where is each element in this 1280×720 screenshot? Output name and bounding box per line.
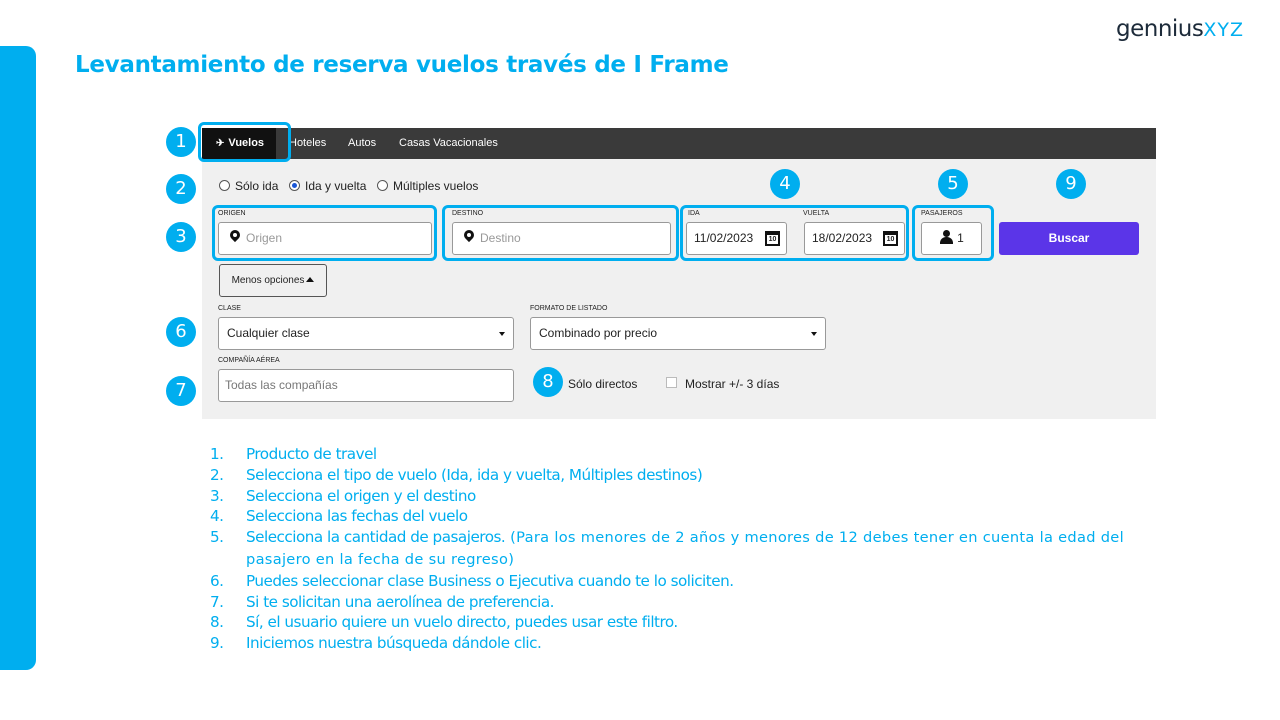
highlight-destination	[442, 205, 679, 261]
highlight-origin	[212, 205, 437, 261]
step-number: 9.	[210, 634, 224, 653]
plus-minus-days-label: Mostrar +/- 3 días	[685, 377, 780, 391]
step-number: 4.	[210, 507, 224, 526]
triangle-up-icon	[306, 277, 315, 282]
step-text: Iniciemos nuestra búsqueda dándole clic.	[246, 634, 542, 653]
chevron-down-icon	[499, 332, 505, 336]
step-badge-7: 7	[166, 376, 196, 406]
less-options-button[interactable]: Menos opciones	[219, 264, 327, 297]
trip-type-solo-ida[interactable]: Sólo ida	[219, 179, 278, 193]
slide-title: Levantamiento de reserva vuelos través d…	[75, 52, 729, 78]
trip-type-multiples[interactable]: Múltiples vuelos	[377, 179, 478, 193]
trip-type-label: Sólo ida	[235, 179, 279, 193]
instruction-step: 9. Iniciemos nuestra búsqueda dándole cli…	[210, 633, 1162, 654]
instruction-steps-list: 1. Producto de travel 2. Selecciona el tip…	[210, 444, 1162, 654]
radio-icon	[219, 180, 230, 191]
instruction-step: 5. Selecciona la cantidad de pasajeros. (…	[210, 527, 1162, 571]
radio-selected-icon	[289, 180, 300, 191]
airline-input[interactable]: Todas las compañías	[218, 369, 514, 402]
radio-icon	[377, 180, 388, 191]
highlight-dates	[680, 205, 909, 261]
step-number: 2.	[210, 465, 224, 484]
step-text: Producto de travel	[246, 445, 377, 463]
brand-suffix: XYZ	[1203, 19, 1244, 41]
less-options-label: Menos opciones	[231, 275, 305, 286]
step-number: 6.	[210, 571, 224, 590]
step-badge-4: 4	[770, 169, 800, 199]
step-number: 7.	[210, 592, 224, 611]
plus-minus-days-checkbox[interactable]	[666, 377, 677, 388]
product-tab-bar: ✈ Vuelos Hoteles Autos Casas Vacacionales	[202, 128, 1156, 159]
listing-format-select[interactable]: Combinado por precio	[530, 317, 826, 350]
trip-type-label: Múltiples vuelos	[393, 179, 479, 193]
direct-only-toggle[interactable]: Sólo directos	[568, 377, 637, 391]
step-text: Sí, el usuario quiere un vuelo directo, …	[246, 613, 678, 632]
step-text: Si te solicitan una aerolínea de prefere…	[246, 592, 555, 611]
side-accent-bar	[0, 46, 36, 670]
highlight-product-tab	[198, 122, 291, 162]
chevron-down-icon	[811, 332, 817, 336]
step-text: Selecciona la cantidad de pasajeros.	[246, 528, 506, 547]
instruction-step: 7. Si te solicitan una aerolínea de prefe…	[210, 592, 1162, 613]
airline-placeholder: Todas las compañías	[225, 378, 338, 392]
step-text: Puedes seleccionar clase Business o Ejec…	[246, 571, 734, 590]
step-text: Selecciona el tipo de vuelo (Ida, ida y …	[246, 465, 703, 484]
instruction-step: 8. Sí, el usuario quiere un vuelo directo…	[210, 612, 1162, 633]
step-number: 1.	[210, 445, 224, 463]
instruction-step: 6. Puedes seleccionar clase Business o Ej…	[210, 571, 1162, 592]
step-badge-3: 3	[166, 222, 196, 252]
class-select[interactable]: Cualquier clase	[218, 317, 514, 350]
instruction-step: 3. Selecciona el origen y el destino	[210, 486, 1162, 507]
instruction-step: 2. Selecciona el tipo de vuelo (Ida, ida …	[210, 465, 1162, 486]
tab-casas-vacacionales[interactable]: Casas Vacacionales	[399, 128, 498, 159]
step-number: 5.	[210, 528, 224, 547]
instruction-step: 1. Producto de travel	[210, 444, 1162, 465]
instruction-step: 4. Selecciona las fechas del vuelo	[210, 506, 1162, 527]
tab-autos[interactable]: Autos	[348, 128, 376, 159]
airline-label: COMPAÑÍA AÉREA	[218, 357, 280, 364]
flight-search-widget: ✈ Vuelos Hoteles Autos Casas Vacacionales…	[202, 128, 1156, 419]
class-value: Cualquier clase	[227, 326, 310, 340]
step-number: 8.	[210, 613, 224, 632]
trip-type-label: Ida y vuelta	[305, 179, 367, 193]
listing-format-value: Combinado por precio	[539, 326, 658, 340]
step-badge-9: 9	[1056, 169, 1086, 199]
highlight-passengers	[912, 205, 994, 261]
step-badge-5: 5	[938, 169, 968, 199]
trip-type-ida-vuelta[interactable]: Ida y vuelta	[289, 179, 366, 193]
brand-logo: genniusXYZ	[1116, 16, 1244, 42]
listing-format-label: FORMATO DE LISTADO	[530, 305, 608, 312]
tab-hoteles[interactable]: Hoteles	[289, 128, 326, 159]
class-label: CLASE	[218, 305, 241, 312]
step-text: Selecciona las fechas del vuelo	[246, 507, 468, 526]
step-number: 3.	[210, 486, 224, 505]
step-badge-2: 2	[166, 174, 196, 204]
step-text: Selecciona el origen y el destino	[246, 486, 476, 505]
step-badge-1: 1	[166, 127, 196, 157]
step-badge-8: 8	[533, 367, 563, 397]
step-badge-6: 6	[166, 317, 196, 347]
brand-name: gennius	[1116, 16, 1204, 42]
search-button[interactable]: Buscar	[999, 222, 1139, 255]
